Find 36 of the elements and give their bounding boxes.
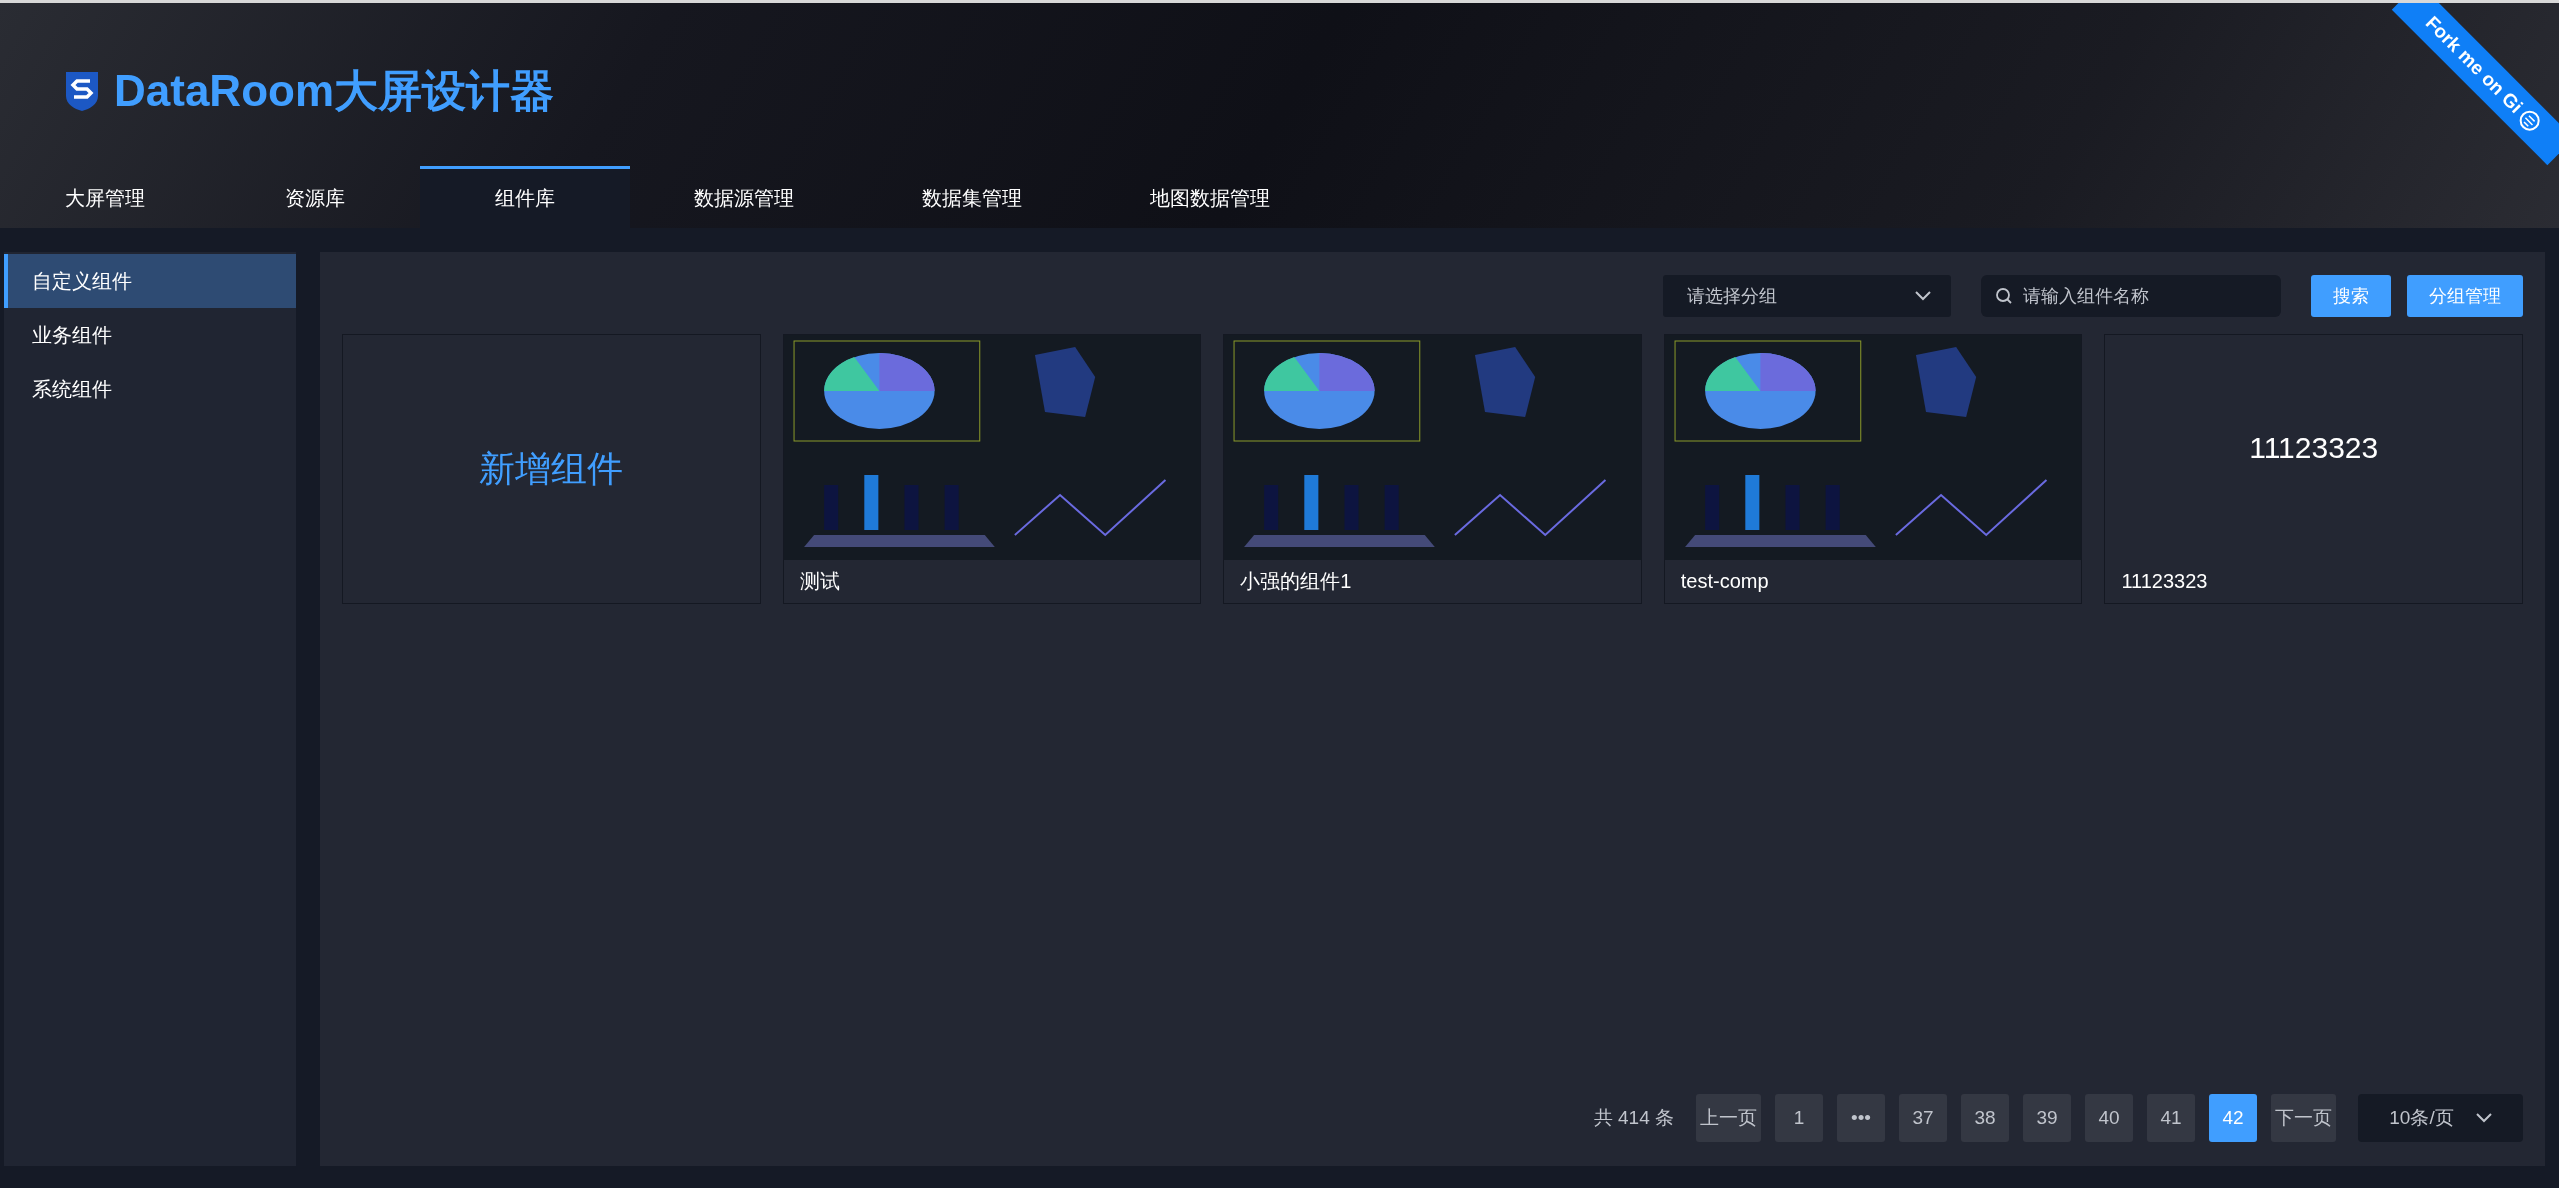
nav-tab[interactable]: 数据集管理 (858, 166, 1086, 228)
nav-tab[interactable]: 数据源管理 (630, 166, 858, 228)
page-button[interactable]: ••• (1837, 1094, 1885, 1142)
sidebar-item[interactable]: 自定义组件 (4, 254, 296, 308)
sidebar-item[interactable]: 系统组件 (4, 362, 296, 416)
next-page-button[interactable]: 下一页 (2271, 1094, 2336, 1142)
page-button[interactable]: 40 (2085, 1094, 2133, 1142)
chevron-down-icon (2475, 1113, 2492, 1123)
component-name: 测试 (798, 569, 841, 594)
page-button[interactable]: 1 (1775, 1094, 1823, 1142)
sidebar-item[interactable]: 业务组件 (4, 308, 296, 362)
page-button[interactable]: 39 (2023, 1094, 2071, 1142)
component-card[interactable]: 测试 (782, 334, 1202, 604)
nav-tab[interactable]: 组件库 (420, 166, 630, 228)
component-name: test-comp (1679, 569, 1770, 594)
page-button[interactable]: 37 (1899, 1094, 1947, 1142)
component-card[interactable]: 小强的组件1 (1223, 334, 1642, 604)
page-button[interactable]: 38 (1961, 1094, 2009, 1142)
nav-tab[interactable]: 资源库 (210, 166, 420, 228)
app-title: DataRoom大屏设计器 (114, 69, 555, 113)
prev-page-button[interactable]: 上一页 (1696, 1094, 1761, 1142)
component-name: 11123323 (2120, 569, 2209, 594)
component-name: 小强的组件1 (1239, 569, 1353, 594)
group-select[interactable]: 请选择分组 (1663, 275, 1951, 317)
shield-logo-icon (64, 70, 100, 112)
preview-text: 11123323 (2248, 429, 2380, 466)
component-card[interactable]: 11123323 11123323 (2104, 334, 2523, 604)
nav-tab[interactable]: 地图数据管理 (1086, 166, 1334, 228)
add-component-card[interactable]: 新增组件 (342, 334, 761, 604)
search-field[interactable]: 请输入组件名称 (1981, 275, 2281, 317)
nav-tab[interactable]: 大屏管理 (0, 166, 210, 228)
page-button[interactable]: 41 (2147, 1094, 2195, 1142)
component-card[interactable]: test-comp (1663, 334, 2083, 604)
total-count: 共 414 条 (1593, 1106, 1674, 1130)
chevron-down-icon (1915, 291, 1931, 301)
page-size-select[interactable]: 10条/页 (2358, 1094, 2523, 1142)
